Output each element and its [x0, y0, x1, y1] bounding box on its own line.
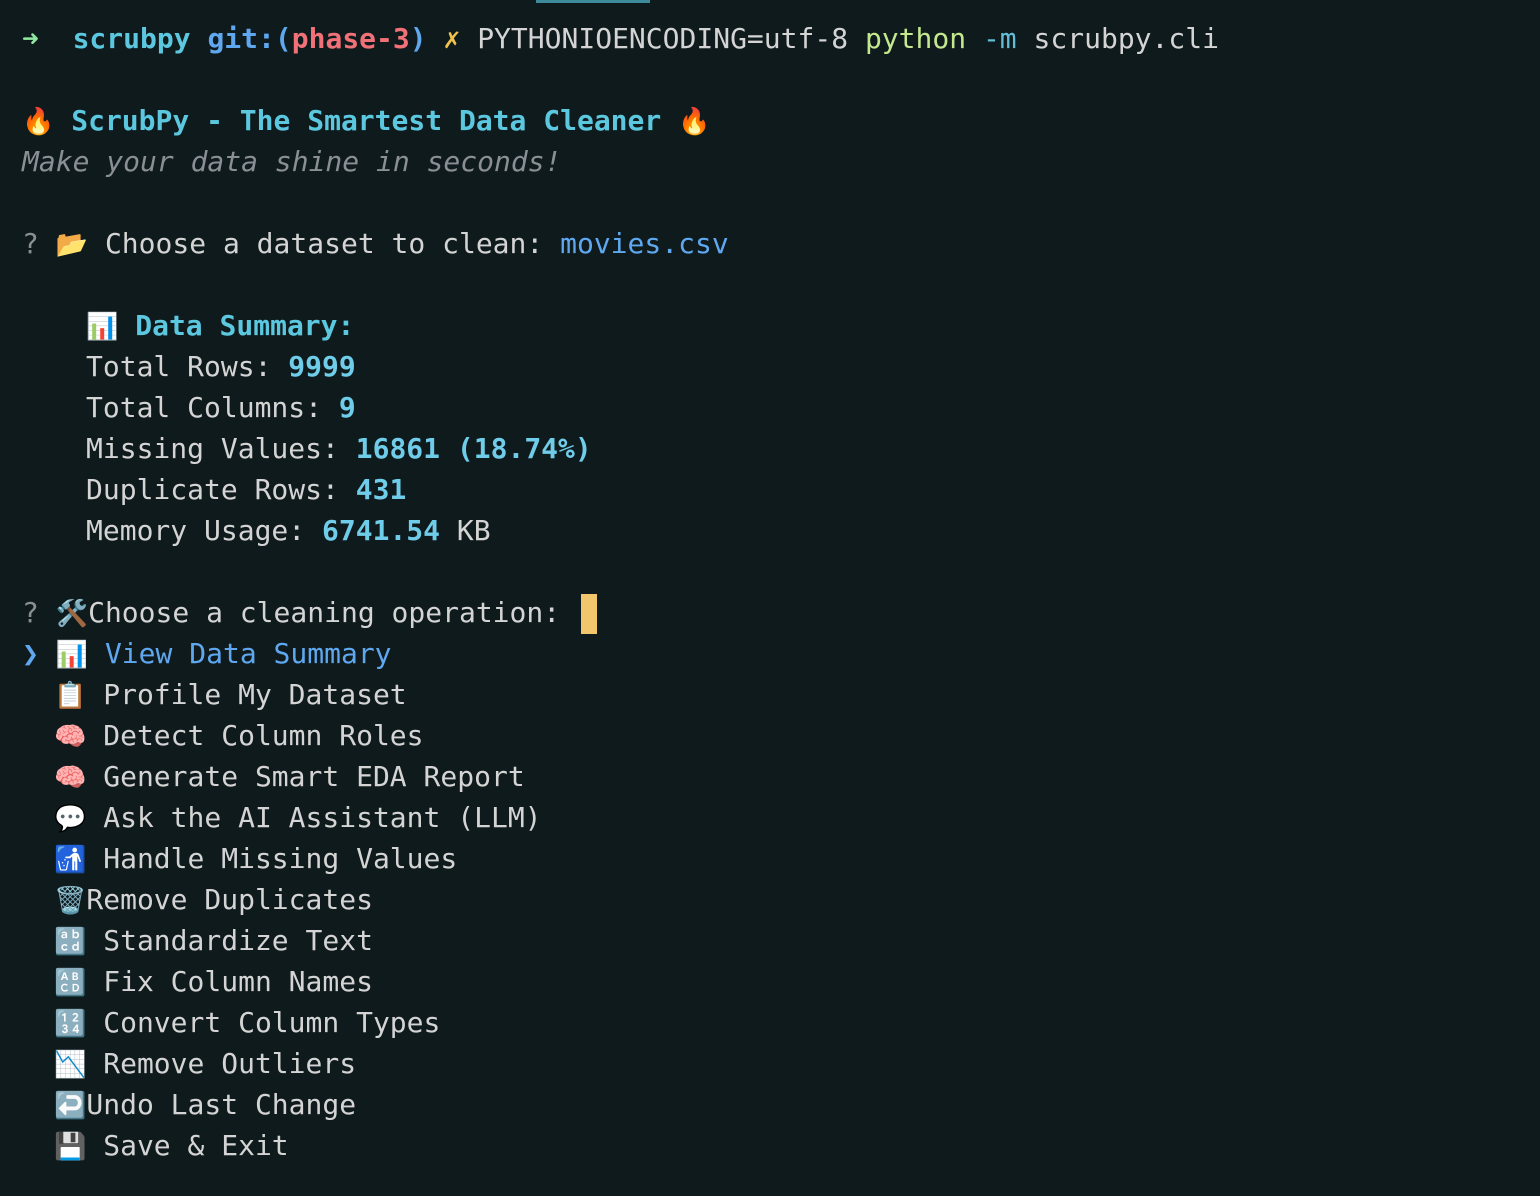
bar-chart-icon: 📊: [55, 640, 89, 670]
banner-tagline: Make your data shine in seconds!: [22, 145, 562, 178]
menu-item-save-exit[interactable]: 💾 Save & Exit: [22, 1125, 1540, 1166]
lowercase-letters-icon: 🔡: [54, 927, 87, 957]
summary-row: Missing Values: 16861 (18.74%): [86, 428, 1540, 469]
summary-row: Memory Usage: 6741.54 KB: [86, 510, 1540, 551]
menu-item-convert-column-types[interactable]: 🔢 Convert Column Types: [22, 1002, 1540, 1043]
menu-item-detect-column-roles[interactable]: 🧠 Detect Column Roles: [22, 715, 1540, 756]
data-summary: 📊 Data Summary: Total Rows: 9999 Total C…: [22, 305, 1540, 551]
command-python: python: [864, 22, 967, 55]
tools-icon: 🛠️: [55, 599, 89, 629]
dataset-question-text: Choose a dataset to clean:: [104, 227, 544, 260]
menu-item-remove-duplicates[interactable]: 🗑️Remove Duplicates: [22, 879, 1540, 920]
operation-question-text: Choose a cleaning operation:: [88, 596, 561, 629]
folder-icon: 📂: [55, 230, 89, 260]
summary-label: Duplicate Rows:: [86, 473, 339, 506]
menu-item-standardize-text[interactable]: 🔡 Standardize Text: [22, 920, 1540, 961]
menu-item-label: Save & Exit: [103, 1129, 289, 1162]
litter-icon: 🚮: [54, 845, 87, 875]
summary-value: 431: [355, 473, 407, 506]
menu-item-fix-column-names[interactable]: 🔠 Fix Column Names: [22, 961, 1540, 1002]
banner-title-line: 🔥 ScrubPy - The Smartest Data Cleaner 🔥: [22, 100, 1540, 141]
summary-value: 9: [338, 391, 356, 424]
uppercase-letters-icon: 🔠: [54, 968, 87, 998]
menu-item-label: View Data Summary: [104, 637, 392, 670]
summary-label: Total Columns:: [86, 391, 323, 424]
menu-item-label: Undo Last Change: [86, 1088, 357, 1121]
summary-suffix: (18.74%): [456, 432, 592, 465]
menu-item-ask-ai-assistant[interactable]: 💬 Ask the AI Assistant (LLM): [22, 797, 1540, 838]
summary-suffix: KB: [456, 514, 491, 547]
menu-item-profile-dataset[interactable]: 📋 Profile My Dataset: [22, 674, 1540, 715]
menu-item-label: Detect Column Roles: [103, 719, 424, 752]
undo-arrow-icon: ↩️: [54, 1091, 87, 1121]
text-cursor: [580, 594, 597, 634]
menu-item-generate-eda-report[interactable]: 🧠 Generate Smart EDA Report: [22, 756, 1540, 797]
prompt-branch-close: ): [409, 22, 427, 55]
prompt-arrow-icon: ➜: [22, 22, 39, 55]
question-mark: ?: [22, 227, 39, 260]
menu-item-label: Remove Outliers: [103, 1047, 357, 1080]
summary-heading-line: 📊 Data Summary:: [86, 305, 1540, 346]
prompt-git-label: git:: [207, 22, 275, 55]
dataset-answer: movies.csv: [560, 227, 729, 260]
prompt-branch-open: (: [274, 22, 292, 55]
brain-icon: 🧠: [54, 722, 87, 752]
summary-row: Total Rows: 9999: [86, 346, 1540, 387]
question-mark: ?: [22, 596, 39, 629]
selection-pointer-icon: ❯: [22, 637, 39, 670]
floppy-disk-icon: 💾: [54, 1132, 87, 1162]
brain-icon: 🧠: [54, 763, 87, 793]
command-flag: -m: [982, 22, 1017, 55]
summary-value: 16861: [355, 432, 441, 465]
menu-item-label: Fix Column Names: [103, 965, 373, 998]
summary-heading: Data Summary:: [135, 309, 355, 342]
active-tab-indicator: [536, 0, 650, 3]
summary-label: Memory Usage:: [86, 514, 306, 547]
command-module: scrubpy.cli: [1033, 22, 1219, 55]
menu-item-label: Profile My Dataset: [103, 678, 407, 711]
summary-label: Missing Values:: [86, 432, 339, 465]
summary-row: Total Columns: 9: [86, 387, 1540, 428]
summary-value: 6741.54: [322, 514, 441, 547]
summary-row: Duplicate Rows: 431: [86, 469, 1540, 510]
dataset-question: ? 📂 Choose a dataset to clean: movies.cs…: [22, 223, 1540, 264]
dirty-marker-icon: ✗: [443, 22, 461, 55]
speech-bubble-icon: 💬: [54, 804, 87, 834]
chart-decreasing-icon: 📉: [54, 1050, 87, 1080]
fire-icon-end: 🔥: [678, 107, 711, 137]
summary-value: 9999: [288, 350, 356, 383]
menu-item-view-data-summary[interactable]: ❯ 📊 View Data Summary: [22, 633, 1540, 674]
wastebasket-icon: 🗑️: [54, 886, 87, 916]
numbers-icon: 🔢: [54, 1009, 87, 1039]
shell-prompt-line: ➜ scrubpy git:(phase-3) ✗ PYTHONIOENCODI…: [22, 18, 1540, 59]
clipboard-icon: 📋: [54, 681, 87, 711]
menu-item-label: Ask the AI Assistant (LLM): [103, 801, 542, 834]
prompt-git-branch: phase-3: [291, 22, 410, 55]
prompt-directory: scrubpy: [72, 22, 191, 55]
command-env-var: PYTHONIOENCODING=utf-8: [477, 22, 849, 55]
bar-chart-icon: 📊: [86, 312, 119, 342]
fire-icon: 🔥: [22, 107, 55, 137]
menu-item-label: Handle Missing Values: [103, 842, 458, 875]
terminal-output: ➜ scrubpy git:(phase-3) ✗ PYTHONIOENCODI…: [22, 18, 1540, 1166]
menu-item-label: Remove Duplicates: [86, 883, 373, 916]
banner-title: ScrubPy - The Smartest Data Cleaner: [71, 104, 662, 137]
menu-item-label: Convert Column Types: [103, 1006, 441, 1039]
menu-item-undo-last-change[interactable]: ↩️Undo Last Change: [22, 1084, 1540, 1125]
operation-menu: ❯ 📊 View Data Summary 📋 Profile My Datas…: [22, 633, 1540, 1166]
menu-item-remove-outliers[interactable]: 📉 Remove Outliers: [22, 1043, 1540, 1084]
menu-item-handle-missing-values[interactable]: 🚮 Handle Missing Values: [22, 838, 1540, 879]
menu-item-label: Standardize Text: [103, 924, 373, 957]
operation-question: ? 🛠️Choose a cleaning operation:: [22, 592, 1540, 634]
menu-item-label: Generate Smart EDA Report: [103, 760, 525, 793]
summary-label: Total Rows:: [86, 350, 272, 383]
